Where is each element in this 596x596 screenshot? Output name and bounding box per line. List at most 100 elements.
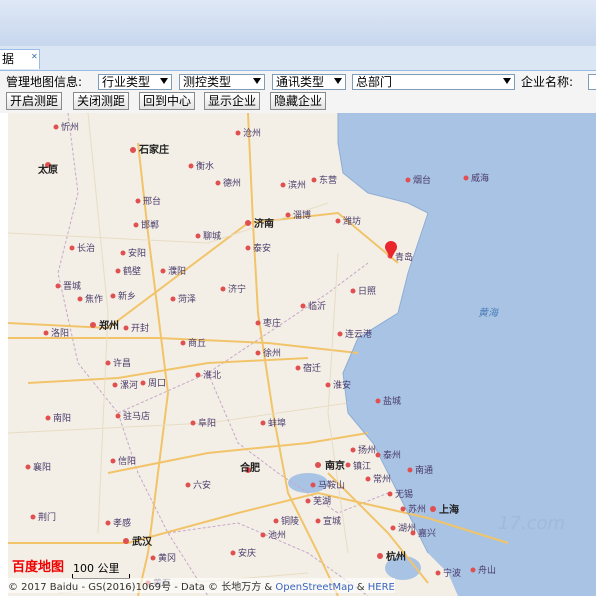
svg-text:南通: 南通 <box>415 464 433 476</box>
svg-text:镇江: 镇江 <box>353 460 371 472</box>
svg-text:淮安: 淮安 <box>333 379 351 391</box>
svg-text:嘉兴: 嘉兴 <box>418 527 436 539</box>
tab-map-data[interactable]: 据 ✕ <box>0 49 40 69</box>
svg-text:苏州: 苏州 <box>408 503 426 515</box>
svg-text:德州: 德州 <box>223 177 241 189</box>
department-select[interactable]: 总部门 <box>352 74 515 90</box>
svg-text:石家庄: 石家庄 <box>138 143 169 156</box>
hide-companies-button[interactable]: 隐藏企业 <box>270 92 327 110</box>
svg-text:荆门: 荆门 <box>38 511 56 523</box>
svg-text:商丘: 商丘 <box>188 337 206 349</box>
svg-text:泰州: 泰州 <box>383 449 401 461</box>
svg-text:邯郸: 邯郸 <box>141 219 159 231</box>
tab-label: 据 <box>2 52 15 66</box>
svg-text:阜阳: 阜阳 <box>198 417 216 429</box>
svg-text:衡水: 衡水 <box>196 160 214 172</box>
start-measure-button[interactable]: 开启测距 <box>6 92 63 110</box>
tab-strip: 据 ✕ <box>0 46 596 71</box>
svg-text:驻马店: 驻马店 <box>123 410 150 422</box>
svg-text:洛阳: 洛阳 <box>51 327 69 339</box>
svg-text:新乡: 新乡 <box>118 290 136 302</box>
svg-text:菏泽: 菏泽 <box>178 294 196 305</box>
svg-text:邢台: 邢台 <box>143 195 161 207</box>
svg-text:黄海: 黄海 <box>478 307 500 319</box>
industry-select-value: 行业类型 <box>102 75 151 89</box>
svg-text:聊城: 聊城 <box>203 230 221 242</box>
logo-text: 百度地图 <box>12 560 65 575</box>
svg-text:合肥: 合肥 <box>239 461 260 474</box>
svg-text:淄博: 淄博 <box>293 209 311 221</box>
svg-text:宣城: 宣城 <box>323 515 341 527</box>
svg-text:襄阳: 襄阳 <box>33 461 51 473</box>
close-icon[interactable]: ✕ <box>31 53 38 61</box>
svg-text:济宁: 济宁 <box>228 283 246 295</box>
svg-text:舟山: 舟山 <box>478 564 496 576</box>
watermark: 17.com <box>498 513 566 534</box>
svg-text:烟台: 烟台 <box>413 174 431 186</box>
show-companies-button[interactable]: 显示企业 <box>204 92 261 110</box>
svg-text:周口: 周口 <box>148 378 166 389</box>
map-toolbar: 管理地图信息: 行业类型 测控类型 通讯类型 总部门 企业名称: 开启测距 关闭… <box>0 71 596 113</box>
svg-text:滨州: 滨州 <box>288 179 306 191</box>
svg-text:太原: 太原 <box>37 163 58 176</box>
svg-text:东营: 东营 <box>319 174 337 186</box>
svg-text:威海: 威海 <box>471 172 489 184</box>
svg-text:晋城: 晋城 <box>63 281 81 292</box>
map-copyright: © 2017 Baidu - GS(2016)1069号 - Data © 长地… <box>8 578 395 593</box>
svg-text:潍坊: 潍坊 <box>343 215 361 227</box>
center-map-button[interactable]: 回到中心 <box>139 92 196 110</box>
svg-text:盐城: 盐城 <box>383 395 401 407</box>
copyright-amp: & <box>353 582 368 593</box>
svg-text:徐州: 徐州 <box>263 347 281 359</box>
chevron-down-icon <box>334 78 342 84</box>
svg-text:六安: 六安 <box>193 479 211 491</box>
svg-text:信阳: 信阳 <box>118 455 136 467</box>
osm-link[interactable]: OpenStreetMap <box>275 582 353 593</box>
svg-text:开封: 开封 <box>131 322 149 334</box>
monitor-type-select[interactable]: 测控类型 <box>179 74 265 90</box>
svg-text:武汉: 武汉 <box>132 535 153 548</box>
here-link[interactable]: HERE <box>368 582 395 593</box>
comm-type-select[interactable]: 通讯类型 <box>272 74 346 90</box>
svg-text:许昌: 许昌 <box>113 357 131 369</box>
company-name-input[interactable] <box>588 74 596 90</box>
svg-text:无锡: 无锡 <box>395 489 413 500</box>
svg-text:焦作: 焦作 <box>85 293 103 305</box>
svg-text:孝感: 孝感 <box>113 517 131 529</box>
copyright-text: © 2017 Baidu - GS(2016)1069号 - Data © 长地… <box>8 582 276 593</box>
svg-text:铜陵: 铜陵 <box>281 515 299 527</box>
svg-text:枣庄: 枣庄 <box>263 317 281 329</box>
svg-text:日照: 日照 <box>358 286 376 297</box>
stop-measure-button[interactable]: 关闭测距 <box>73 92 130 110</box>
svg-text:忻州: 忻州 <box>61 121 79 133</box>
svg-text:黄冈: 黄冈 <box>158 552 176 564</box>
svg-text:淮北: 淮北 <box>203 370 221 381</box>
industry-type-select[interactable]: 行业类型 <box>98 74 172 90</box>
svg-text:泰安: 泰安 <box>253 242 271 254</box>
svg-text:安阳: 安阳 <box>128 247 146 259</box>
svg-text:马鞍山: 马鞍山 <box>318 479 345 491</box>
svg-text:常州: 常州 <box>373 473 391 485</box>
svg-text:漯河: 漯河 <box>120 379 138 391</box>
svg-text:蚌埠: 蚌埠 <box>268 417 286 429</box>
svg-text:鹤壁: 鹤壁 <box>123 265 141 277</box>
svg-text:临沂: 临沂 <box>308 300 326 312</box>
svg-text:杭州: 杭州 <box>386 550 406 563</box>
svg-text:宁波: 宁波 <box>443 567 461 579</box>
monitor-select-value: 测控类型 <box>183 75 232 89</box>
baidu-logo[interactable]: 百度地图 <box>12 556 64 576</box>
svg-text:宿迁: 宿迁 <box>303 362 321 374</box>
svg-text:南京: 南京 <box>325 459 345 472</box>
svg-text:安庆: 安庆 <box>238 547 256 559</box>
svg-text:池州: 池州 <box>268 529 286 541</box>
svg-text:济南: 济南 <box>254 217 274 230</box>
window-header <box>0 0 596 47</box>
map-canvas[interactable]: 忻州 石家庄 太原 沧州 衡水 德州 东营 烟台 威海 滨州 邢台 济南 淄博 … <box>8 113 596 596</box>
svg-text:沧州: 沧州 <box>243 127 261 139</box>
svg-text:郑州: 郑州 <box>99 319 119 332</box>
chevron-down-icon <box>253 78 261 84</box>
svg-text:长治: 长治 <box>77 242 95 254</box>
svg-text:青岛: 青岛 <box>395 251 413 263</box>
svg-text:上海: 上海 <box>439 503 459 516</box>
company-name-label: 企业名称: <box>521 75 574 89</box>
